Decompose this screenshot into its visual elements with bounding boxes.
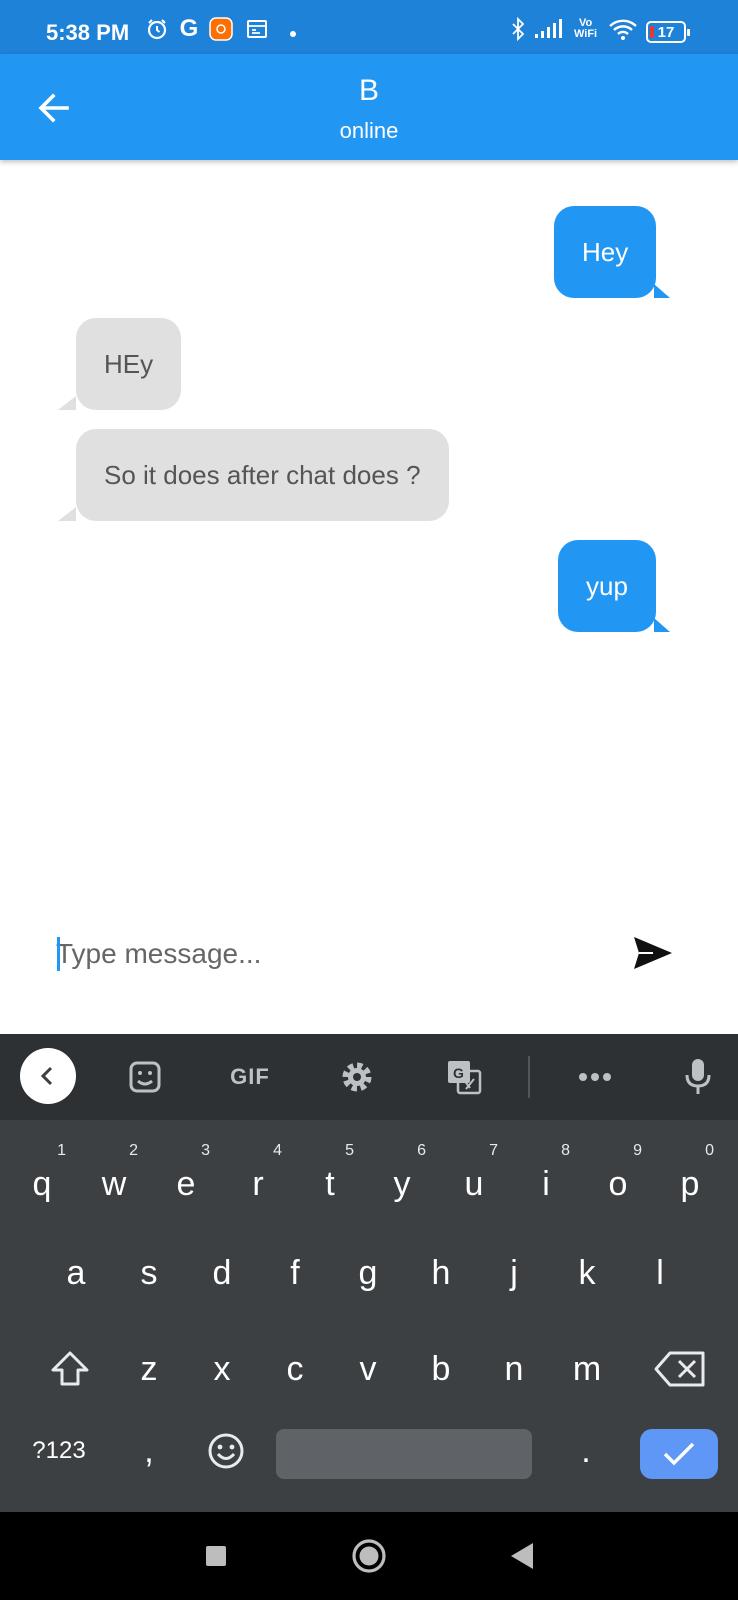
vowifi-indicator: Vo WiFi <box>574 17 598 40</box>
message-bubble-sent[interactable]: yup <box>558 540 670 632</box>
text-caret <box>57 937 60 971</box>
symbols-key[interactable]: ?123 <box>14 1421 104 1481</box>
toolbar-divider <box>528 1056 530 1098</box>
key-i[interactable]: 8i <box>510 1128 582 1226</box>
key-r[interactable]: 4r <box>222 1128 294 1226</box>
period-key[interactable]: . <box>550 1421 622 1481</box>
space-key[interactable] <box>276 1429 532 1479</box>
notification-dot <box>290 31 296 37</box>
shift-icon <box>51 1351 89 1386</box>
sticker-button[interactable] <box>120 1052 170 1102</box>
send-button[interactable] <box>628 928 678 978</box>
calendar-icon <box>244 16 270 42</box>
keyboard-toolbar: GIF G <box>0 1034 738 1120</box>
key-s[interactable]: s <box>113 1224 185 1322</box>
keyboard: GIF G 1q 2w 3e 4r 5t 6y 7u 8i 9o 0p a s … <box>0 1034 738 1512</box>
message-text: Hey <box>582 236 629 267</box>
navigation-bar <box>0 1512 738 1600</box>
keyboard-collapse-button[interactable] <box>20 1048 76 1104</box>
more-icon <box>579 1073 611 1081</box>
recents-icon <box>206 1546 226 1566</box>
contact-status: online <box>339 118 399 143</box>
alarm-icon <box>144 16 170 42</box>
gif-button[interactable]: GIF <box>222 1052 278 1102</box>
key-u[interactable]: 7u <box>438 1128 510 1226</box>
key-n[interactable]: n <box>478 1320 550 1418</box>
key-f[interactable]: f <box>259 1224 331 1322</box>
key-y[interactable]: 6y <box>366 1128 438 1226</box>
key-l[interactable]: l <box>624 1224 696 1322</box>
more-button[interactable] <box>570 1052 620 1102</box>
back-nav-button[interactable] <box>496 1530 548 1582</box>
message-text: HEy <box>104 348 154 379</box>
key-d[interactable]: d <box>186 1224 258 1322</box>
app-notification-icon <box>208 16 234 42</box>
key-t[interactable]: 5t <box>294 1128 366 1226</box>
app-bar: B online <box>0 54 738 160</box>
key-b[interactable]: b <box>405 1320 477 1418</box>
key-v[interactable]: v <box>332 1320 404 1418</box>
send-icon <box>634 937 672 969</box>
key-a[interactable]: a <box>40 1224 112 1322</box>
contact-name: B <box>358 74 379 107</box>
key-p[interactable]: 0p <box>654 1128 726 1226</box>
message-bubble-received[interactable]: HEy <box>58 318 182 410</box>
recents-button[interactable] <box>190 1530 242 1582</box>
backspace-icon <box>654 1351 705 1387</box>
sticker-icon <box>129 1061 161 1093</box>
key-j[interactable]: j <box>478 1224 550 1322</box>
key-q[interactable]: 1q <box>6 1128 78 1226</box>
enter-key[interactable] <box>640 1429 718 1479</box>
translate-button[interactable]: G <box>438 1052 490 1102</box>
status-bar: 5:38 PM G Vo WiFi 17 <box>0 0 738 54</box>
mic-icon <box>685 1059 711 1094</box>
key-o[interactable]: 9o <box>582 1128 654 1226</box>
emoji-icon <box>208 1433 244 1469</box>
mic-button[interactable] <box>676 1052 720 1102</box>
message-bubble-received[interactable]: So it does after chat does ? <box>58 429 449 521</box>
check-icon <box>663 1442 695 1466</box>
comma-key[interactable]: , <box>113 1421 185 1481</box>
message-input[interactable] <box>56 930 616 978</box>
home-icon <box>352 1539 386 1573</box>
settings-button[interactable] <box>332 1052 382 1102</box>
settings-icon <box>342 1062 372 1092</box>
signal-icon <box>532 16 566 42</box>
g-icon: G <box>179 15 199 42</box>
translate-icon: G <box>448 1061 482 1095</box>
wifi-icon <box>606 16 640 42</box>
home-button[interactable] <box>343 1530 395 1582</box>
back-icon <box>511 1543 533 1569</box>
key-k[interactable]: k <box>551 1224 623 1322</box>
chevron-left-icon <box>40 1066 53 1086</box>
key-x[interactable]: x <box>186 1320 258 1418</box>
svg-text:G: G <box>453 1065 464 1081</box>
emoji-key[interactable] <box>190 1421 262 1481</box>
message-text: yup <box>586 570 628 601</box>
key-e[interactable]: 3e <box>150 1128 222 1226</box>
shift-key[interactable] <box>22 1320 118 1418</box>
key-w[interactable]: 2w <box>78 1128 150 1226</box>
key-m[interactable]: m <box>551 1320 623 1418</box>
key-c[interactable]: c <box>259 1320 331 1418</box>
backspace-key[interactable] <box>632 1320 728 1418</box>
status-time: 5:38 PM <box>46 20 130 45</box>
bluetooth-icon <box>508 16 528 42</box>
key-h[interactable]: h <box>405 1224 477 1322</box>
message-composer <box>0 900 738 1034</box>
key-g[interactable]: g <box>332 1224 404 1322</box>
message-text: So it does after chat does ? <box>104 459 421 490</box>
battery-icon: 17 <box>646 21 690 43</box>
key-z[interactable]: z <box>113 1320 185 1418</box>
message-bubble-sent[interactable]: Hey <box>554 206 671 298</box>
